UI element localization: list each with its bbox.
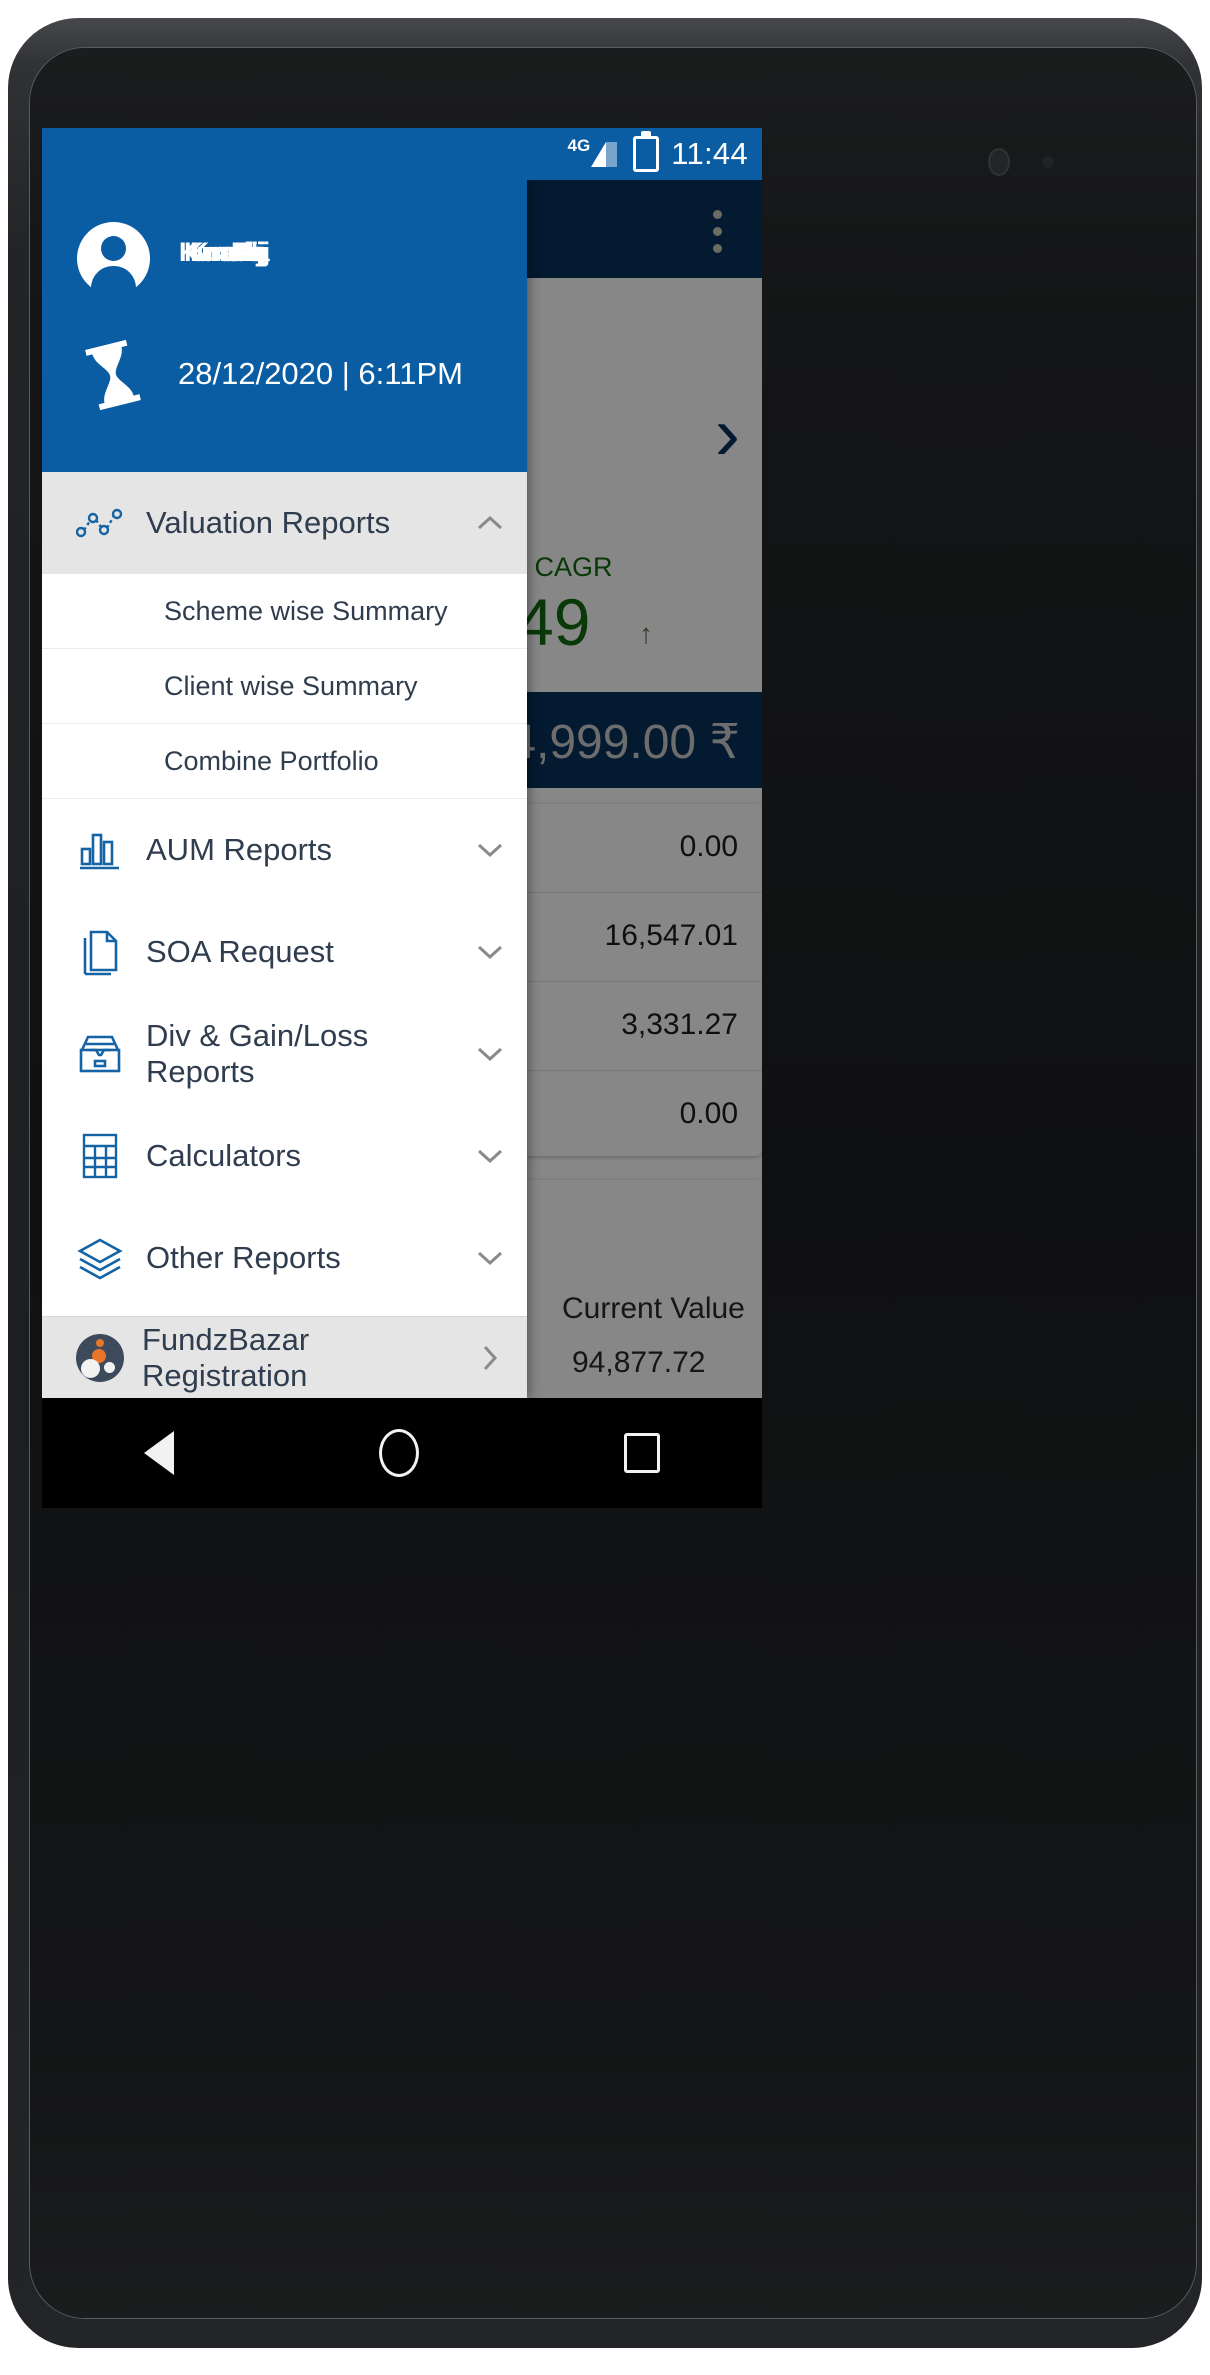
file-tray-icon <box>72 1026 128 1082</box>
chevron-up-icon[interactable] <box>475 508 505 538</box>
network-type-label: 4G <box>567 136 591 155</box>
sidebar-item-label: AUM Reports <box>146 832 333 867</box>
chevron-down-icon[interactable] <box>475 937 505 967</box>
back-button-icon[interactable] <box>144 1431 175 1475</box>
calculator-icon <box>72 1128 128 1184</box>
battery-charging-icon <box>633 131 660 172</box>
sidebar-item-div-gain-loss-reports[interactable]: Div & Gain/Loss Reports <box>42 1003 527 1105</box>
phone-screen: ₹ › Weg CAGR 7.49 ↑ 4,999.00 ₹ 0.00 16,5… <box>42 128 762 1398</box>
chevron-down-icon[interactable] <box>475 1243 505 1273</box>
sidebar-item-aum-reports[interactable]: AUM Reports <box>42 799 527 901</box>
documents-icon <box>72 924 128 980</box>
fundzbazar-logo-icon <box>76 1333 124 1382</box>
sidebar-item-label: Calculators <box>146 1138 302 1173</box>
drawer-menu-list: Valuation Reports Scheme wise Summary Cl… <box>42 472 527 1316</box>
sidebar-item-fundzbazar-registration[interactable]: FundzBazar Registration <box>42 1316 527 1398</box>
navigation-drawer: KumarNiraj KumarNiraj KumarNiraj 28/12/2… <box>42 180 527 1398</box>
sidebar-subitem-combine-portfolio[interactable]: Combine Portfolio <box>42 724 527 799</box>
datetime-label: 28/12/2020 | 6:11PM <box>178 356 463 391</box>
light-sensor-icon <box>1042 156 1054 168</box>
sidebar-item-valuation-reports[interactable]: Valuation Reports <box>42 472 527 574</box>
sidebar-item-other-reports[interactable]: Other Reports <box>42 1207 527 1309</box>
android-navigation-bar <box>42 1398 762 1508</box>
signal-strength-icon <box>591 141 618 167</box>
bar-chart-icon <box>72 822 128 878</box>
sidebar-item-label: Other Reports <box>146 1240 341 1275</box>
sidebar-subitem-client-wise-summary[interactable]: Client wise Summary <box>42 649 527 724</box>
sidebar-item-label: SOA Request <box>146 934 334 969</box>
sidebar-item-label: Div & Gain/Loss Reports <box>146 1018 369 1089</box>
sidebar-item-label: Valuation Reports <box>146 505 391 540</box>
chevron-down-icon[interactable] <box>475 835 505 865</box>
layers-icon <box>72 1230 128 1286</box>
sidebar-item-soa-request[interactable]: SOA Request <box>42 901 527 1003</box>
recents-button-icon[interactable] <box>623 1433 660 1473</box>
user-avatar-icon <box>77 222 150 300</box>
sidebar-item-calculators[interactable]: Calculators <box>42 1105 527 1207</box>
clock-label: 11:44 <box>671 136 748 171</box>
proximity-sensor-icon <box>990 150 1008 174</box>
network-graph-icon <box>72 495 128 551</box>
status-bar: 4G 11:44 <box>42 128 762 180</box>
sidebar-subitem-scheme-wise-summary[interactable]: Scheme wise Summary <box>42 574 527 649</box>
drawer-header: KumarNiraj KumarNiraj KumarNiraj 28/12/2… <box>42 180 527 472</box>
drawer-spacer <box>42 1309 527 1316</box>
chevron-right-icon[interactable] <box>475 1343 505 1373</box>
hourglass-icon <box>84 339 142 411</box>
screen-content: ₹ › Weg CAGR 7.49 ↑ 4,999.00 ₹ 0.00 16,5… <box>42 128 762 1398</box>
home-button-icon[interactable] <box>378 1429 419 1477</box>
sidebar-item-label: FundzBazar Registration <box>142 1321 310 1393</box>
chevron-down-icon[interactable] <box>475 1141 505 1171</box>
chevron-down-icon[interactable] <box>475 1039 505 1069</box>
